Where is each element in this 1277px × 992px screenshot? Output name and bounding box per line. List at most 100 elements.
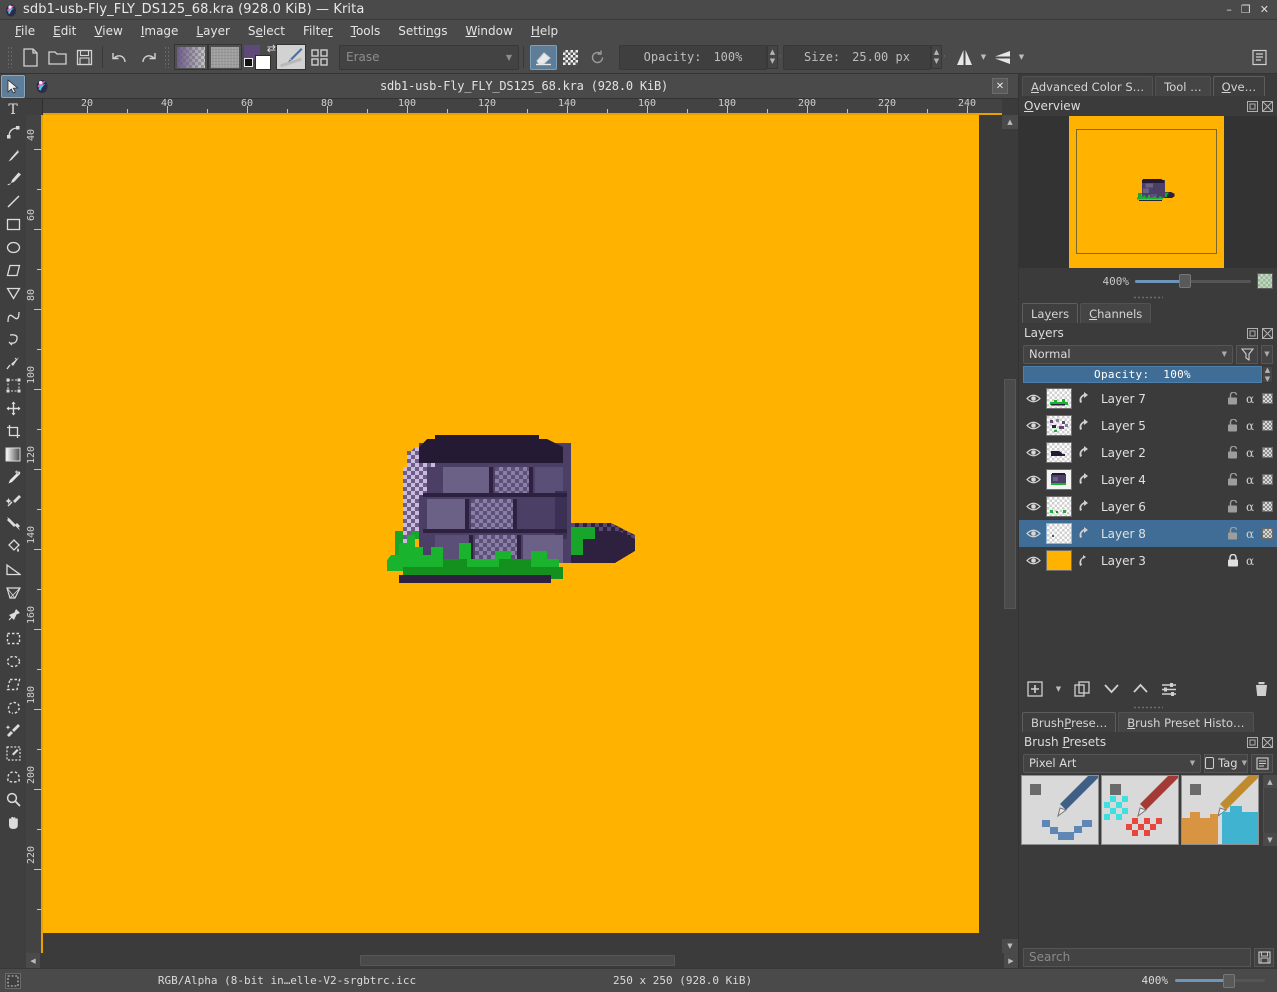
layer-alpha-lock-icon[interactable]: α bbox=[1242, 470, 1258, 490]
text-tool[interactable]: T bbox=[1, 98, 25, 121]
brush-preset-item[interactable] bbox=[1101, 775, 1179, 845]
menu-layer[interactable]: Layer bbox=[187, 22, 238, 40]
layer-visibility-icon[interactable] bbox=[1023, 501, 1043, 512]
new-document-button[interactable] bbox=[17, 45, 44, 70]
calligraphy-tool[interactable] bbox=[1, 144, 25, 167]
menu-filter[interactable]: Filter bbox=[294, 22, 342, 40]
brush-search-input[interactable]: Search bbox=[1023, 947, 1251, 967]
tab-overview[interactable]: Ove… bbox=[1212, 76, 1266, 96]
show-brush-editor-button[interactable] bbox=[1246, 45, 1273, 70]
close-panel-icon[interactable] bbox=[1262, 736, 1273, 748]
canvas-vertical-scrollbar[interactable]: ▲ ▼ bbox=[1002, 115, 1018, 953]
polygonal-select-tool[interactable] bbox=[1, 673, 25, 696]
gradient-chooser-button[interactable] bbox=[174, 44, 208, 70]
layer-properties-button[interactable] bbox=[1159, 679, 1179, 699]
redo-button[interactable] bbox=[134, 45, 161, 70]
close-panel-icon[interactable] bbox=[1262, 100, 1273, 112]
move-layer-up-button[interactable] bbox=[1130, 679, 1150, 699]
overview-panel-buttons[interactable] bbox=[1247, 100, 1273, 112]
dock-splitter-2[interactable] bbox=[1019, 704, 1277, 711]
canvas-sheet[interactable] bbox=[43, 115, 979, 933]
tag-button[interactable]: Tag ▼ bbox=[1204, 753, 1248, 773]
close-button[interactable]: ✕ bbox=[1260, 3, 1269, 16]
canvas-horizontal-scrollbar[interactable]: ◀ ▶ bbox=[26, 953, 1018, 968]
gradient-tool[interactable] bbox=[1, 443, 25, 466]
polyline-tool[interactable] bbox=[1, 282, 25, 305]
canvas-viewport[interactable] bbox=[43, 115, 1002, 953]
scroll-up-button[interactable]: ▲ bbox=[1002, 115, 1018, 129]
select-shapes-tool[interactable] bbox=[1, 75, 25, 98]
layer-row[interactable]: Layer 8 α bbox=[1019, 520, 1277, 547]
close-panel-icon[interactable] bbox=[1262, 327, 1273, 339]
polygon-tool[interactable] bbox=[1, 259, 25, 282]
float-panel-icon[interactable] bbox=[1247, 736, 1258, 748]
reset-rotation-button[interactable] bbox=[584, 45, 611, 70]
layers-panel-buttons[interactable] bbox=[1247, 327, 1273, 339]
layer-visibility-icon[interactable] bbox=[1023, 528, 1043, 539]
float-panel-icon[interactable] bbox=[1247, 100, 1258, 112]
preset-search-combo[interactable]: Erase ▼ bbox=[339, 44, 519, 70]
preserve-alpha-button[interactable] bbox=[557, 45, 584, 70]
menu-help[interactable]: Help bbox=[522, 22, 567, 40]
window-controls[interactable]: – ❐ ✕ bbox=[1226, 3, 1273, 16]
layer-row[interactable]: Layer 5 α bbox=[1019, 412, 1277, 439]
brush-preset-item[interactable] bbox=[1181, 775, 1259, 845]
menu-window[interactable]: Window bbox=[456, 22, 521, 40]
vertical-ruler[interactable]: 40 60 80 100 120 140 160 180 200 220 bbox=[26, 115, 43, 953]
layer-lock-icon[interactable] bbox=[1225, 497, 1241, 517]
delete-layer-button[interactable] bbox=[1251, 679, 1271, 699]
blend-mode-combo[interactable]: Normal ▼ bbox=[1023, 344, 1233, 364]
undo-button[interactable] bbox=[107, 45, 134, 70]
ellipse-tool[interactable] bbox=[1, 236, 25, 259]
add-layer-dropdown[interactable]: ▼ bbox=[1054, 679, 1063, 699]
layer-lock-icon[interactable] bbox=[1225, 443, 1241, 463]
chevron-down-icon[interactable]: ▼ bbox=[1190, 759, 1195, 767]
layer-alpha-channel-icon[interactable] bbox=[1259, 389, 1275, 409]
layer-opacity-slider[interactable]: Opacity: 100% bbox=[1023, 366, 1262, 383]
move-tool[interactable] bbox=[1, 397, 25, 420]
background-color-swatch[interactable] bbox=[255, 54, 271, 70]
tab-tool-options[interactable]: Tool … bbox=[1155, 76, 1211, 96]
menu-image[interactable]: Image bbox=[132, 22, 188, 40]
tab-advanced-color-selector[interactable]: Advanced Color S… bbox=[1022, 76, 1154, 96]
dynamic-brush-tool[interactable] bbox=[1, 351, 25, 374]
layer-thumbnail[interactable] bbox=[1046, 442, 1072, 463]
menu-view[interactable]: View bbox=[85, 22, 131, 40]
vscroll-track[interactable] bbox=[1002, 129, 1018, 939]
similar-color-select-tool[interactable] bbox=[1, 742, 25, 765]
layer-alpha-channel-icon[interactable] bbox=[1259, 524, 1275, 544]
overview-pixel-grid-button[interactable] bbox=[1257, 273, 1273, 289]
layer-row[interactable]: Layer 7 α bbox=[1019, 385, 1277, 412]
layer-name[interactable]: Layer 2 bbox=[1093, 446, 1225, 460]
rectangular-select-tool[interactable] bbox=[1, 627, 25, 650]
menu-tools[interactable]: Tools bbox=[342, 22, 390, 40]
eraser-mode-button[interactable] bbox=[530, 44, 557, 70]
overview-zoom-knob[interactable] bbox=[1179, 274, 1191, 288]
mirror-vertical-button[interactable] bbox=[989, 45, 1016, 70]
vscroll-thumb[interactable] bbox=[1004, 379, 1016, 609]
overview-thumbnail[interactable] bbox=[1019, 116, 1277, 268]
layer-alpha-channel-icon[interactable] bbox=[1259, 497, 1275, 517]
layer-alpha-lock-icon[interactable]: α bbox=[1242, 443, 1258, 463]
freehand-brush-tool[interactable] bbox=[1, 167, 25, 190]
layer-thumbnail[interactable] bbox=[1046, 523, 1072, 544]
opacity-spinbox[interactable]: Opacity: 100% bbox=[619, 44, 767, 70]
document-tab-title[interactable]: sdb1-usb-Fly_FLY_DS125_68.kra (928.0 KiB… bbox=[56, 79, 992, 93]
default-colors-icon[interactable] bbox=[244, 57, 253, 67]
layer-lock-icon[interactable] bbox=[1225, 470, 1241, 490]
layer-row[interactable]: Layer 3 α bbox=[1019, 547, 1277, 574]
scroll-down-button[interactable]: ▼ bbox=[1002, 939, 1018, 953]
status-zoom-knob[interactable] bbox=[1223, 973, 1235, 988]
layer-thumbnail[interactable] bbox=[1046, 469, 1072, 490]
float-panel-icon[interactable] bbox=[1247, 327, 1258, 339]
layer-visibility-icon[interactable] bbox=[1023, 420, 1043, 431]
layer-alpha-channel-icon[interactable] bbox=[1259, 443, 1275, 463]
perspective-grid-tool[interactable] bbox=[1, 581, 25, 604]
layer-alpha-lock-icon[interactable]: α bbox=[1242, 497, 1258, 517]
toolbar-grip[interactable] bbox=[7, 46, 14, 68]
layer-list[interactable]: Layer 7 α Layer 5 α Layer 2 α Layer 4 α Layer 6 α… bbox=[1019, 385, 1277, 674]
brush-preset-item[interactable] bbox=[1021, 775, 1099, 845]
rectangle-tool[interactable] bbox=[1, 213, 25, 236]
layer-name[interactable]: Layer 6 bbox=[1093, 500, 1225, 514]
hscroll-track[interactable] bbox=[40, 953, 1004, 968]
